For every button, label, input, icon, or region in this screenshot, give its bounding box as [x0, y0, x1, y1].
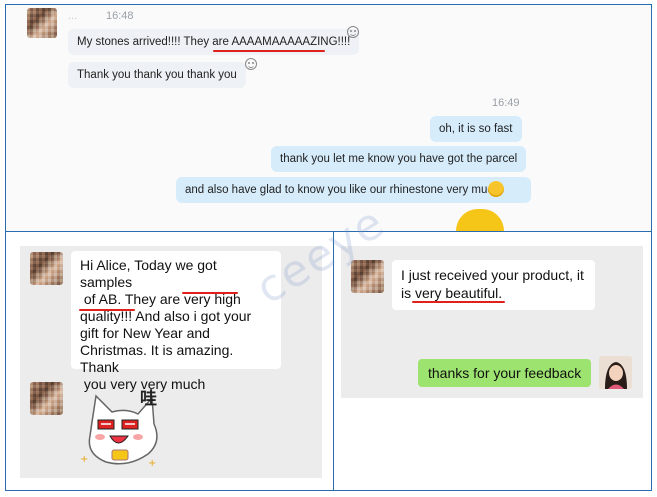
emoji-react-icon[interactable] [347, 26, 359, 38]
outgoing-message: thank you let me know you have got the p… [271, 146, 527, 172]
message-line: of AB. They are very high [80, 291, 241, 307]
customer-avatar[interactable] [351, 260, 384, 293]
smiley-emoji-icon [488, 181, 504, 197]
message-line: Christmas. It is amazing. Thank [80, 342, 234, 375]
message-text: oh, it is so fast [439, 123, 513, 135]
sticker-caption: 哇 [140, 389, 157, 409]
svg-text:+: + [80, 454, 88, 465]
red-underline [412, 301, 505, 303]
message-line: gift for New Year and [80, 325, 210, 341]
message-line: Hi Alice, Today we got samples [80, 257, 217, 290]
customer-avatar[interactable] [30, 382, 63, 415]
sender-name: ... [68, 10, 78, 22]
message-text: thank you let me know you have got the p… [280, 153, 518, 165]
outgoing-message: and also have glad to know you like our … [176, 177, 531, 203]
red-underline [213, 50, 325, 52]
red-underline [79, 309, 135, 311]
sender-avatar[interactable] [27, 8, 57, 38]
message-text: My stones arrived!!!! They are AAAAMAAAA… [77, 36, 351, 48]
emoji-react-icon[interactable] [245, 58, 257, 70]
message-text: thanks for your feedback [428, 365, 582, 381]
customer-avatar[interactable] [30, 252, 63, 285]
message-time: 16:49 [492, 97, 520, 109]
outgoing-message: thanks for your feedback [418, 359, 592, 387]
message-text: Thank you thank you thank you [77, 69, 237, 81]
outgoing-message: oh, it is so fast [430, 116, 522, 142]
seller-avatar[interactable] [599, 356, 632, 389]
message-line: is very beautiful. [401, 285, 503, 301]
red-underline [182, 292, 238, 294]
message-text: and also have glad to know you like our … [185, 184, 503, 196]
message-line: I just received your product, it [401, 267, 584, 283]
message-time: 16:48 [106, 10, 134, 22]
incoming-message: Thank you thank you thank you [68, 62, 246, 88]
svg-text:+: + [148, 458, 156, 469]
